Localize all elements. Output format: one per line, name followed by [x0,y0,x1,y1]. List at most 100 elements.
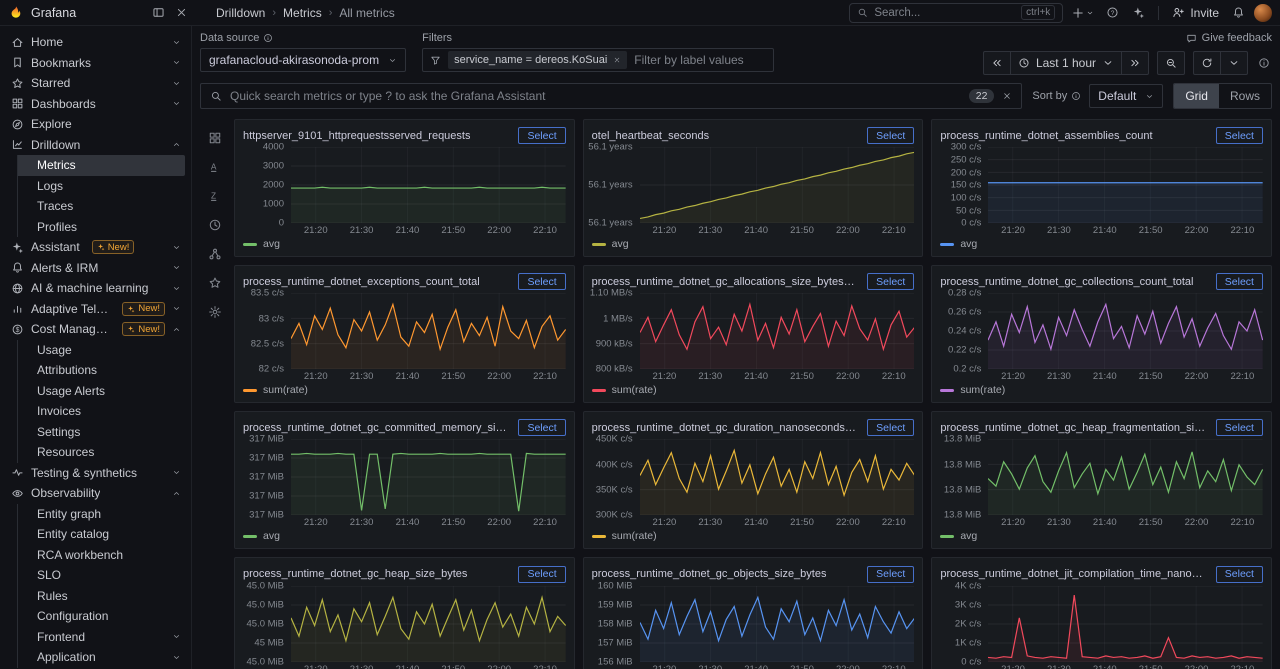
star-button[interactable] [204,272,226,294]
notifications-button[interactable] [1228,2,1249,23]
time-info-button[interactable] [1256,51,1272,75]
legend[interactable]: avg [940,237,1263,252]
sidebar-item-metrics[interactable]: Metrics [17,155,185,176]
select-button[interactable]: Select [867,127,915,145]
metrics-search[interactable]: 22 [200,83,1023,109]
time-series-chart[interactable] [988,293,1263,370]
time-series-chart[interactable] [291,147,566,224]
dock-menu-button[interactable] [148,2,169,23]
refresh-button[interactable] [1193,51,1221,75]
sidebar-item-entity-catalog[interactable]: Entity catalog [17,524,185,545]
global-search[interactable]: ctrl+k [849,2,1064,23]
sidebar-item-drilldown[interactable]: Drilldown [6,135,185,156]
sidebar-item-rules[interactable]: Rules [17,585,185,606]
datasource-picker[interactable]: grafanacloud-akirasonoda-prom [200,48,407,72]
legend[interactable]: sum(rate) [243,383,566,398]
invite-button[interactable]: Invite [1168,2,1223,23]
time-series-chart[interactable] [988,586,1263,662]
sidebar-item-starred[interactable]: Starred [6,73,185,94]
sidebar-item-assistant[interactable]: Assistant New! [6,237,185,258]
breadcrumb-metrics[interactable]: Metrics [283,6,322,20]
sort-asc-button[interactable]: A [204,156,226,178]
time-series-chart[interactable] [639,147,915,224]
label-filter-input[interactable] [634,53,767,67]
global-search-input[interactable] [874,6,1016,19]
sidebar-item-entity-graph[interactable]: Entity graph [17,503,185,524]
sidebar-item-cost-management-a[interactable]: $ Cost Management a... New! [6,319,185,340]
time-range-picker[interactable]: Last 1 hour [1010,51,1122,75]
legend[interactable]: avg [243,529,566,544]
select-button[interactable]: Select [867,565,915,583]
time-series-chart[interactable] [639,293,915,370]
remove-filter-icon[interactable] [613,56,621,64]
sidebar-item-application[interactable]: Application [17,647,185,668]
history-button[interactable] [204,214,226,236]
select-button[interactable]: Select [518,565,566,583]
select-button[interactable]: Select [1215,419,1263,437]
sidebar-item-ai-machine-learning[interactable]: AI & machine learning [6,278,185,299]
time-series-chart[interactable] [988,147,1263,224]
sidebar-item-slo[interactable]: SLO [17,565,185,586]
time-shift-back-button[interactable] [982,51,1011,75]
legend[interactable]: avg [243,237,566,252]
legend[interactable]: sum(rate) [591,383,915,398]
zoom-out-button[interactable] [1157,51,1185,75]
sidebar-item-testing-synthetics[interactable]: Testing & synthetics [6,463,185,484]
sidebar-item-attributions[interactable]: Attributions [17,360,185,381]
grafana-logo[interactable] [8,5,24,21]
select-button[interactable]: Select [518,127,566,145]
select-button[interactable]: Select [518,273,566,291]
sidebar-item-settings[interactable]: Settings [17,421,185,442]
sort-desc-button[interactable]: Z [204,185,226,207]
grid-view-button[interactable]: Grid [1174,84,1219,108]
select-button[interactable]: Select [867,273,915,291]
give-feedback-link[interactable]: Give feedback [1186,32,1272,44]
sidebar-item-home[interactable]: Home [6,32,185,53]
sidebar-item-frontend[interactable]: Frontend [17,626,185,647]
new-menu-button[interactable] [1068,2,1097,23]
metrics-search-input[interactable] [230,89,961,103]
sidebar-item-traces[interactable]: Traces [17,196,185,217]
time-shift-forward-button[interactable] [1122,51,1149,75]
legend[interactable]: avg [940,529,1263,544]
user-avatar[interactable] [1254,3,1272,22]
sidebar-item-profiles[interactable]: Profiles [17,216,185,237]
clear-search-icon[interactable] [1002,91,1012,101]
sidebar-item-usage[interactable]: Usage [17,339,185,360]
close-menu-button[interactable] [171,2,192,23]
sidebar-item-bookmarks[interactable]: Bookmarks [6,53,185,74]
refresh-interval-button[interactable] [1221,51,1248,75]
sidebar-item-rca-workbench[interactable]: RCA workbench [17,544,185,565]
sidebar-item-alerts-irm[interactable]: Alerts & IRM [6,258,185,279]
legend[interactable]: sum(rate) [940,383,1263,398]
help-button[interactable]: ? [1102,2,1123,23]
rows-view-button[interactable]: Rows [1219,84,1271,108]
sitemap-button[interactable] [204,243,226,265]
sidebar-item-explore[interactable]: Explore [6,114,185,135]
sidebar-item-invoices[interactable]: Invoices [17,401,185,422]
sidebar-item-usage-alerts[interactable]: Usage Alerts [17,380,185,401]
time-series-chart[interactable] [291,293,566,370]
gear-button[interactable] [204,301,226,323]
time-series-chart[interactable] [639,586,915,662]
filter-chip[interactable]: service_name = dereos.KoSuai [448,51,628,69]
apps-button[interactable] [204,127,226,149]
sidebar-item-observability[interactable]: Observability [6,483,185,504]
time-series-chart[interactable] [639,439,915,516]
sidebar-item-adaptive-telemetry[interactable]: Adaptive Telemetry New! [6,299,185,320]
assistant-button[interactable] [1128,2,1149,23]
select-button[interactable]: Select [518,419,566,437]
sidebar-item-configuration[interactable]: Configuration [17,606,185,627]
time-series-chart[interactable] [291,586,566,662]
sidebar-item-logs[interactable]: Logs [17,175,185,196]
time-series-chart[interactable] [291,439,566,516]
select-button[interactable]: Select [1215,273,1263,291]
filters-input[interactable]: service_name = dereos.KoSuai [422,48,775,72]
time-series-chart[interactable] [988,439,1263,516]
select-button[interactable]: Select [867,419,915,437]
legend[interactable]: avg [591,237,915,252]
sidebar-item-resources[interactable]: Resources [17,442,185,463]
select-button[interactable]: Select [1215,127,1263,145]
select-button[interactable]: Select [1215,565,1263,583]
breadcrumb-drilldown[interactable]: Drilldown [216,6,265,20]
